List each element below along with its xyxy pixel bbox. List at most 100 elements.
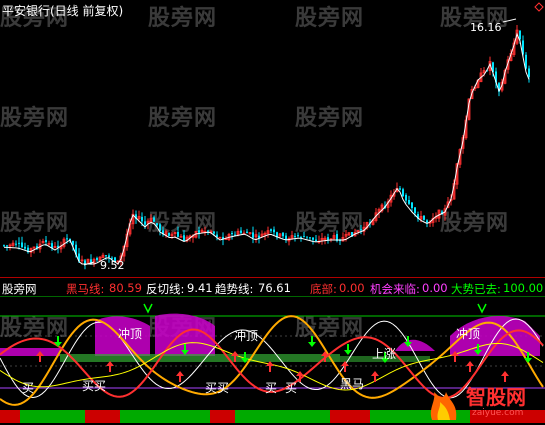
- candle-body: [96, 258, 98, 261]
- chart-title: 平安银行(日线 前复权): [2, 4, 124, 18]
- logo-text: 智股网: [466, 385, 526, 409]
- buy-arrow-icon: [371, 371, 379, 382]
- candle-body: [108, 255, 110, 258]
- candle-body: [519, 30, 521, 40]
- buy-label: 买买: [82, 379, 106, 393]
- indicator-label-trend: 趋势线:: [215, 282, 254, 296]
- candle-body: [105, 255, 107, 257]
- candle-body: [360, 229, 362, 231]
- candle-body: [402, 189, 404, 197]
- rise-label: 上涨: [372, 346, 396, 361]
- status-strip-segment: [85, 410, 120, 423]
- candle-body: [285, 235, 287, 240]
- candle-body: [423, 215, 425, 220]
- candle-body: [414, 207, 416, 214]
- top-label: 冲顶: [118, 326, 142, 341]
- candle-body: [144, 221, 146, 225]
- high-price-label: 16.16: [470, 21, 502, 34]
- indicator-value-bottom: 0.00: [339, 281, 365, 295]
- candle-body: [408, 200, 410, 204]
- candle-body: [306, 236, 308, 238]
- indicator-label-trend-gone: 大势已去:: [451, 282, 501, 296]
- candle-body: [270, 229, 272, 231]
- candle-body: [273, 229, 275, 233]
- indicator-label-black-horse: 黑马线:: [66, 282, 105, 296]
- candle-body: [168, 232, 170, 236]
- buy-arrow-icon: [341, 361, 349, 372]
- candle-body: [405, 194, 407, 201]
- candle-body: [45, 240, 47, 243]
- candle-body: [141, 216, 143, 222]
- buy-label: 买: [265, 381, 277, 395]
- indicator-label-opportunity: 机会来临:: [370, 282, 420, 296]
- buy-arrow-icon: [266, 361, 274, 372]
- indicator-value-reverse-cut: 9.41: [187, 281, 213, 295]
- buy-label: 买买: [205, 381, 229, 395]
- status-strip-segment: [20, 410, 85, 423]
- candle-body: [426, 220, 428, 223]
- candle-body: [156, 223, 158, 226]
- candle-body: [312, 237, 314, 240]
- sell-arrow-icon: [344, 344, 352, 355]
- candle-body: [18, 242, 20, 244]
- indicator-value-trend: 76.61: [258, 281, 291, 295]
- low-price-label: 9.52: [100, 259, 125, 272]
- candle-body: [66, 238, 68, 240]
- candle-body: [183, 235, 185, 241]
- candle-body: [179, 235, 183, 238]
- candle-body: [6, 245, 8, 247]
- candle-body: [240, 230, 242, 233]
- high-pointer: [502, 18, 517, 23]
- status-strip-segment: [330, 410, 370, 423]
- trend-band: [60, 354, 340, 362]
- panel-divider[interactable]: [0, 277, 545, 278]
- candle-body: [252, 232, 254, 238]
- candle-body: [258, 235, 260, 238]
- opportunity-area: [395, 339, 435, 351]
- candle-body: [297, 235, 299, 237]
- candle-body: [327, 237, 329, 241]
- status-strip-segment: [235, 410, 330, 423]
- candle-body: [153, 217, 155, 222]
- indicator-header: 股旁网 黑马线: 80.59 反切线: 9.41 趋势线: 76.61 底部: …: [0, 281, 545, 296]
- indicator-value-black-horse: 80.59: [109, 281, 142, 295]
- candle-body: [24, 246, 26, 249]
- candle-body: [213, 231, 215, 234]
- top-v-icon: [477, 303, 487, 314]
- candle-body: [294, 235, 296, 237]
- candle-body: [246, 231, 248, 234]
- indicator-value-trend-gone: 100.00: [503, 281, 544, 295]
- buy-label: 买: [22, 381, 34, 395]
- indicator-label-bottom: 底部:: [310, 282, 337, 296]
- candle-body: [282, 232, 284, 237]
- top-label: 冲顶: [234, 328, 258, 343]
- candle-body: [303, 236, 305, 238]
- status-strip-segment: [0, 410, 20, 423]
- candle-body: [399, 188, 401, 190]
- buy-arrow-icon: [106, 361, 114, 372]
- candle-body: [207, 230, 209, 232]
- candle-body: [15, 243, 17, 245]
- candle-body: [315, 239, 317, 242]
- sell-arrow-icon: [308, 336, 316, 347]
- candle-body: [21, 242, 23, 247]
- moving-average-line: [3, 32, 530, 265]
- opportunity-area: [0, 348, 60, 356]
- candle-body: [309, 237, 311, 239]
- candle-body: [528, 68, 530, 77]
- candle-body: [198, 230, 200, 233]
- top-v-icon: [143, 303, 153, 314]
- indicator-name: 股旁网: [2, 282, 37, 296]
- price-chart[interactable]: 9.52 16.16: [0, 0, 545, 277]
- black-horse-label: 黑马: [340, 377, 364, 391]
- logo-url: zaiyue.com: [472, 408, 524, 418]
- indicator-label-reverse-cut: 反切线:: [146, 282, 185, 296]
- indicator-value-opportunity: 0.00: [422, 281, 448, 295]
- candle-body: [411, 202, 413, 208]
- top-label: 冲顶: [456, 326, 480, 341]
- buy-arrow-icon: [466, 361, 474, 372]
- candle-body: [231, 233, 233, 235]
- status-strip-segment: [120, 410, 210, 423]
- status-strip-segment: [210, 410, 235, 423]
- buy-label: 买: [285, 381, 297, 395]
